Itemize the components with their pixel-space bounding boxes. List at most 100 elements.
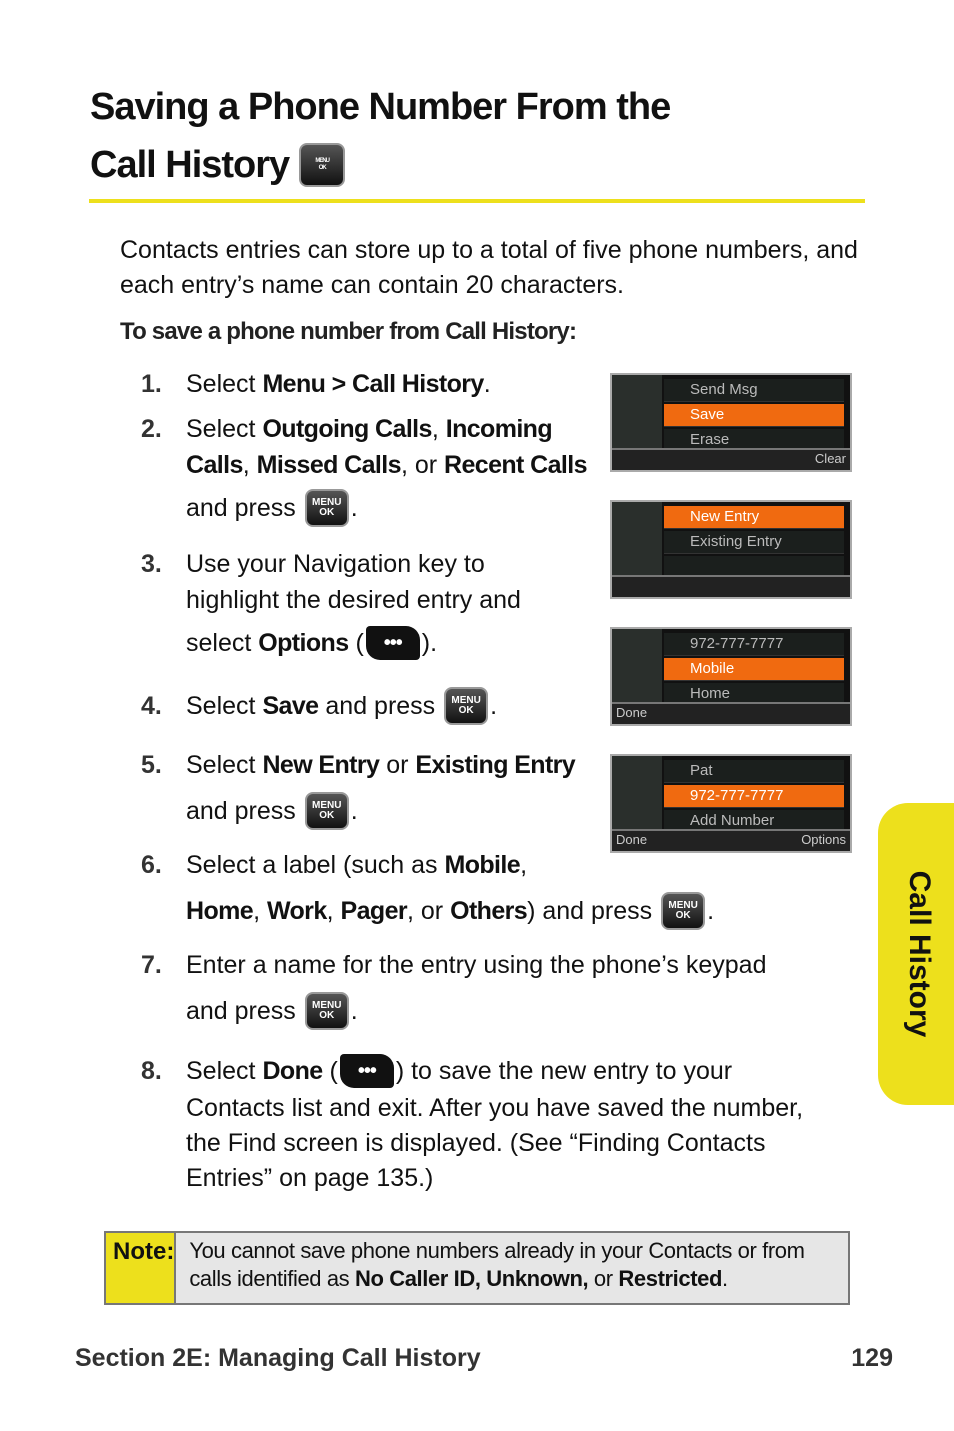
step-text-part: Use your Navigation key to (186, 549, 485, 578)
step-text-part: , (253, 896, 267, 925)
note-box: Note: You cannot save phone numbers alre… (104, 1231, 850, 1305)
right-softkey-label: Clear (814, 451, 846, 466)
step-text: Select Outgoing Calls, Incoming Calls, Mi… (186, 411, 587, 533)
step-line: Entries” on page 135.) (186, 1161, 803, 1196)
screen-menu-item: Pat (664, 760, 844, 783)
footer-page-number: 129 (851, 1344, 893, 1372)
step-text: Select Save and press MENU OK. (186, 687, 498, 725)
step-line: Enter a name for the entry using the pho… (186, 942, 766, 988)
step-line: Select New Entry or Existing Entry (186, 742, 576, 788)
key-label: OK (318, 165, 327, 171)
step-bold-term: Calls (186, 450, 243, 479)
step-text-part: Select (186, 750, 263, 779)
screen-menu-item: 972-777-7777 (664, 785, 844, 808)
title-line-1: Saving a Phone Number From the (90, 86, 671, 128)
step-line: Home, Work, Pager, or Others) and press … (186, 888, 714, 934)
step-text-part: ) and press (527, 896, 660, 925)
step-text-part: Contacts list and exit. After you have s… (186, 1094, 804, 1122)
step-text: Select a label (such as Mobile, Home, Wor… (186, 842, 714, 934)
key-label: OK (458, 705, 474, 716)
step-line: and press MENU OK. (186, 788, 575, 834)
step-number: 8. (141, 1057, 162, 1085)
step-text-part: or (379, 750, 416, 779)
key-label: OK (319, 507, 335, 518)
step-bold-term: Menu > Call History (262, 369, 484, 398)
step-text: Enter a name for the entry using the pho… (186, 942, 766, 1034)
step-bold-term: Missed Calls (256, 450, 402, 479)
note-bold: No Caller ID, Unknown, (354, 1266, 589, 1291)
screen-menu-item: Send Msg (664, 379, 844, 402)
step-text-part: . (707, 896, 715, 925)
step-line: Contacts list and exit. After you have s… (186, 1091, 803, 1126)
step-text-part: , (520, 850, 528, 879)
softkey-bar (612, 575, 850, 597)
step-bold-term: Pager (340, 896, 408, 925)
page-title: Saving a Phone Number From the Call Hist… (90, 78, 671, 194)
step-text: Use your Navigation key to highlight the … (186, 546, 521, 668)
step-line: Use your Navigation key to (186, 546, 521, 582)
step-number: 2. (141, 415, 162, 443)
step-text-part: . (483, 369, 491, 398)
screen-sidebar (612, 629, 662, 704)
softkey-bar: Done (612, 702, 850, 724)
note-text: You cannot save phone numbers already in… (176, 1233, 848, 1303)
step-text-part: ( (348, 628, 364, 657)
step-text-part: highlight the desired entry and (186, 585, 521, 614)
step-text-part: select (186, 628, 259, 657)
key-label: MENU (315, 158, 330, 164)
step-text-part: . (350, 796, 358, 825)
step-text-part: ). (421, 628, 438, 657)
screen-sidebar (612, 502, 662, 577)
step-text-part: , or (400, 450, 445, 479)
side-tab-label: Call History (903, 870, 936, 1038)
step-line: Select Done (•••) to save the new entry … (186, 1051, 803, 1091)
step-line: and press MENU OK. (186, 483, 587, 533)
step-number: 6. (141, 851, 162, 879)
menu-ok-key-icon: MENU OK (304, 992, 349, 1030)
title-line-2: Call History (90, 144, 290, 186)
softkey-icon: ••• (339, 1054, 394, 1088)
left-softkey-label: Done (616, 705, 648, 720)
step-text: Select Done (•••) to save the new entry … (186, 1051, 803, 1196)
step-text-part: . (350, 493, 358, 522)
step-number: 3. (141, 550, 162, 578)
step-text-part: and press (186, 493, 303, 522)
step-bold-term: Outgoing Calls (262, 414, 432, 443)
step-bold-term: Existing Entry (415, 750, 576, 779)
step-line: the Find screen is displayed. (See “Find… (186, 1126, 803, 1161)
step-line: Calls, Missed Calls, or Recent Calls (186, 447, 587, 483)
step-line: and press MENU OK. (186, 988, 766, 1034)
screen-menu-item: New Entry (664, 506, 844, 529)
screen-menu-item: 972-777-7777 (664, 633, 844, 656)
step-text-part: Select (186, 1056, 263, 1085)
note-text-part: or (588, 1266, 619, 1291)
step-bold-term: Done (262, 1056, 323, 1085)
step-text-part: . (350, 996, 358, 1025)
step-number: 7. (141, 951, 162, 979)
screen-sidebar (612, 375, 662, 450)
step-text: Select Menu > Call History. (186, 366, 491, 402)
step-number: 4. (141, 692, 162, 720)
softkey-bar: Clear (612, 448, 850, 470)
key-label: OK (319, 810, 335, 821)
step-bold-term: Save (262, 691, 319, 720)
note-text-part: . (722, 1266, 728, 1291)
menu-ok-key-icon: MENU OK (661, 892, 706, 930)
procedure-heading: To save a phone number from Call History… (120, 318, 577, 345)
title-rule (89, 199, 865, 203)
softkey-icon: ••• (365, 626, 420, 660)
step-text-part: Select (186, 691, 263, 720)
step-text-part: , (431, 414, 446, 443)
step-bold-term: New Entry (262, 750, 380, 779)
phone-screen-4: Pat 972-777-7777 Add Number Done Options (610, 754, 852, 853)
step-text-part: and press (318, 691, 443, 720)
key-label: OK (675, 910, 691, 921)
step-text-part: , (326, 896, 341, 925)
step-text: Select New Entry or Existing Entry and pr… (186, 742, 576, 834)
step-text-part: . (490, 691, 498, 720)
step-text-part: Select (186, 369, 263, 398)
screen-menu-item: Existing Entry (664, 531, 844, 554)
step-bold-term: Incoming (445, 414, 553, 443)
softkey-bar: Done Options (612, 829, 850, 851)
side-tab: Call History (878, 803, 954, 1105)
